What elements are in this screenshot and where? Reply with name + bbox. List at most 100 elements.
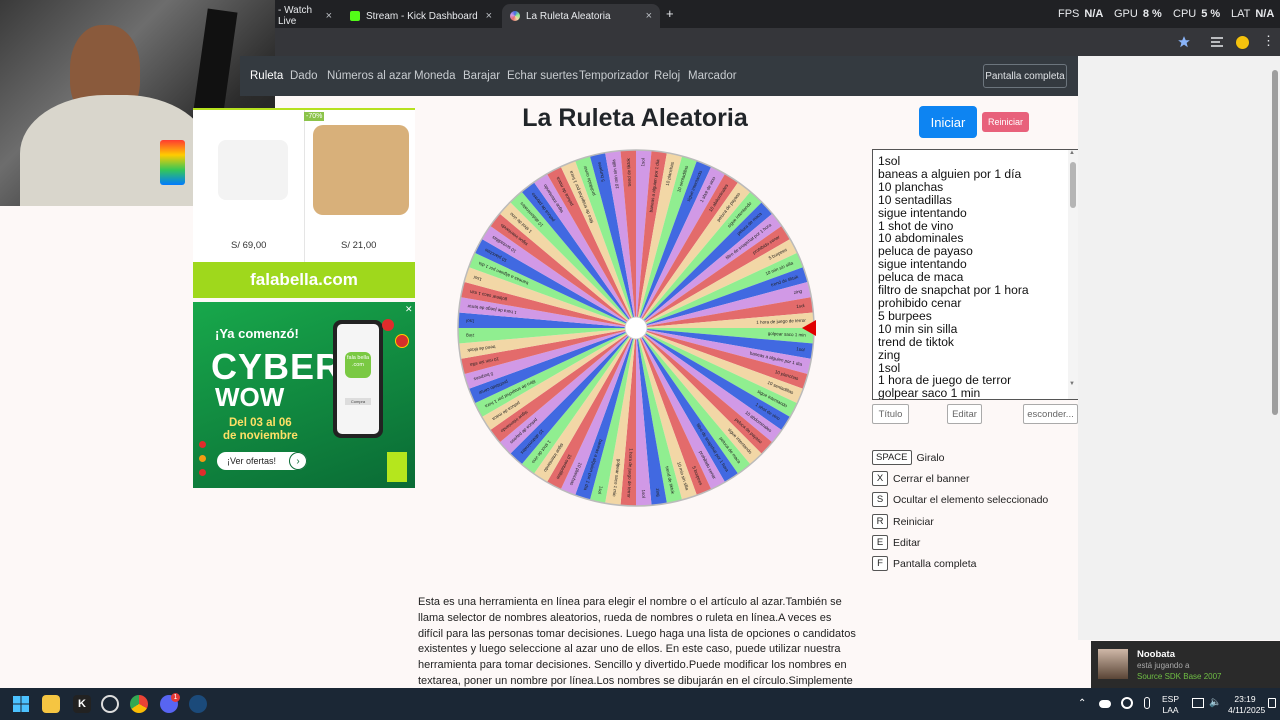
key-cap: X: [872, 471, 888, 486]
bookmark-star-icon[interactable]: [1177, 35, 1191, 49]
nav-reloj[interactable]: Reloj: [654, 70, 680, 82]
ad-title: CYBER: [211, 346, 343, 387]
close-icon[interactable]: ×: [646, 10, 652, 22]
tab-kick-dashboard[interactable]: Stream - Kick Dashboard ×: [342, 4, 500, 28]
chevron-right-icon[interactable]: ›: [289, 452, 307, 470]
ornament-icon: [199, 441, 206, 448]
tab-watch-live[interactable]: - Watch Live ×: [270, 4, 340, 28]
kick-app-icon[interactable]: K: [73, 695, 91, 713]
product-image: [313, 125, 409, 215]
ornament-icon: [199, 455, 206, 462]
entry-line: 1sol: [878, 154, 901, 168]
falabella-tag-icon: [387, 452, 407, 482]
entry-line: 10 planchas: [878, 179, 944, 194]
ornament-icon: [199, 469, 206, 476]
gpu-stat: GPU 8 %: [1114, 8, 1162, 20]
lat-stat: LAT N/A: [1231, 8, 1275, 20]
tab-ruleta[interactable]: La Ruleta Aleatoria ×: [502, 4, 660, 28]
close-icon[interactable]: ✕: [405, 304, 413, 315]
reset-button[interactable]: Reiniciar: [982, 112, 1029, 132]
fullscreen-button[interactable]: Pantalla completa: [983, 64, 1067, 88]
hide-button[interactable]: esconder...: [1023, 404, 1078, 424]
shortcut-r: R Reiniciar: [872, 514, 934, 529]
tab-label: La Ruleta Aleatoria: [526, 10, 611, 22]
scroll-up-icon[interactable]: ▲: [1069, 150, 1075, 156]
shortcut-e: E Editar: [872, 535, 920, 550]
onedrive-icon[interactable]: [1099, 700, 1111, 708]
microphone-icon[interactable]: [1144, 697, 1150, 709]
nav-moneda[interactable]: Moneda: [414, 70, 456, 82]
ad-banner-products[interactable]: -70% S/ 69,00 S/ 21,00 falabella.com: [193, 108, 415, 298]
ad-divider: [304, 110, 305, 262]
close-icon[interactable]: ×: [326, 10, 332, 22]
title-button[interactable]: Título: [872, 404, 909, 424]
start-button[interactable]: Iniciar: [919, 106, 977, 138]
entry-line: baneas a alguien por 1 día: [878, 166, 1022, 181]
language-indicator[interactable]: ESP LAA: [1162, 694, 1179, 716]
ornament-icon: [382, 319, 394, 331]
obs-icon[interactable]: [101, 695, 119, 713]
nav-ruleta[interactable]: Ruleta: [250, 70, 283, 82]
nav-temporizador[interactable]: Temporizador: [579, 70, 649, 82]
steam-notification[interactable]: Noobata está jugando a Source SDK Base 2…: [1091, 641, 1280, 688]
tab-label: Stream - Kick Dashboard: [366, 10, 478, 22]
edit-button[interactable]: Editar: [947, 404, 982, 424]
roulette-wheel[interactable]: 1sol baneas a alguien por 1 día 10 plancha…: [455, 147, 817, 509]
shortcut-f: F Pantalla completa: [872, 556, 976, 571]
key-cap: R: [872, 514, 888, 529]
reading-list-icon[interactable]: [1210, 36, 1224, 48]
taskbar: K 1 ⌃ ESP LAA 🔈 23:19 4/11/2025: [0, 688, 1280, 720]
entries-textarea[interactable]: 1sol baneas a alguien por 1 día 10 plancha…: [872, 149, 1078, 400]
nav-numeros[interactable]: Números al azar: [327, 70, 411, 82]
ornament-icon: [395, 334, 409, 348]
file-explorer-icon[interactable]: [42, 695, 60, 713]
cpu-stat: CPU 5 %: [1173, 8, 1221, 20]
menu-kebab-icon[interactable]: ⋮: [1262, 34, 1275, 47]
ad-dates: de noviembre: [223, 430, 298, 442]
network-icon[interactable]: [1192, 698, 1204, 708]
nav-dado[interactable]: Dado: [290, 70, 318, 82]
entry-line: trend de tiktok: [878, 334, 954, 349]
entry-line: sigue intentando: [878, 205, 967, 220]
clock[interactable]: 23:19 4/11/2025: [1228, 694, 1265, 716]
shortcut-label: Reiniciar: [893, 515, 934, 528]
sync-icon[interactable]: [1121, 697, 1133, 709]
entry-line: golpear saco 1 min: [878, 386, 981, 400]
page-scrollbar-thumb[interactable]: [1272, 70, 1278, 415]
entry-line: zing: [878, 347, 901, 362]
extension-icon[interactable]: [1235, 35, 1250, 50]
chrome-icon[interactable]: [130, 695, 148, 713]
avatar: [1098, 649, 1128, 679]
new-tab-button[interactable]: +: [666, 6, 674, 21]
rgb-cup: [160, 140, 185, 185]
key-cap: F: [872, 556, 888, 571]
entry-line: 5 burpees: [878, 308, 932, 323]
volume-icon[interactable]: 🔈: [1209, 697, 1221, 708]
shortcut-space: SPACE Giralo: [872, 450, 945, 465]
wheel-hub[interactable]: [624, 316, 648, 340]
steam-icon[interactable]: [189, 695, 207, 713]
windows-start-icon[interactable]: [13, 696, 29, 712]
punching-bag: [192, 8, 238, 122]
wheel-segment-label: 1sol: [466, 318, 474, 323]
notifications-icon[interactable]: [1268, 698, 1276, 708]
shortcut-label: Giralo: [916, 451, 945, 464]
nav-barajar[interactable]: Barajar: [463, 70, 500, 82]
discount-badge: -70%: [304, 112, 325, 121]
wheel-segment-label: 1sol: [796, 346, 805, 352]
nav-echar-suertes[interactable]: Echar suertes: [507, 70, 578, 82]
key-cap: S: [872, 492, 888, 507]
product-image: [218, 140, 288, 200]
ad-banner-cyber-wow[interactable]: ¡Ya comenzó! CYBER WOW Del 03 al 06 de n…: [193, 302, 415, 488]
discord-badge: 1: [171, 693, 180, 702]
shortcut-label: Cerrar el banner: [893, 472, 970, 485]
ad-title: WOW: [215, 382, 285, 412]
tray-chevron-icon[interactable]: ⌃: [1078, 698, 1086, 709]
close-icon[interactable]: ×: [486, 10, 492, 22]
nav-marcador[interactable]: Marcador: [688, 70, 737, 82]
phone-screen: fala bella .com Compra: [337, 324, 379, 434]
right-gutter: [1078, 56, 1280, 640]
scroll-down-icon[interactable]: ▼: [1069, 381, 1075, 387]
kick-icon: [350, 11, 360, 21]
textarea-scrollbar-thumb[interactable]: [1070, 162, 1076, 208]
